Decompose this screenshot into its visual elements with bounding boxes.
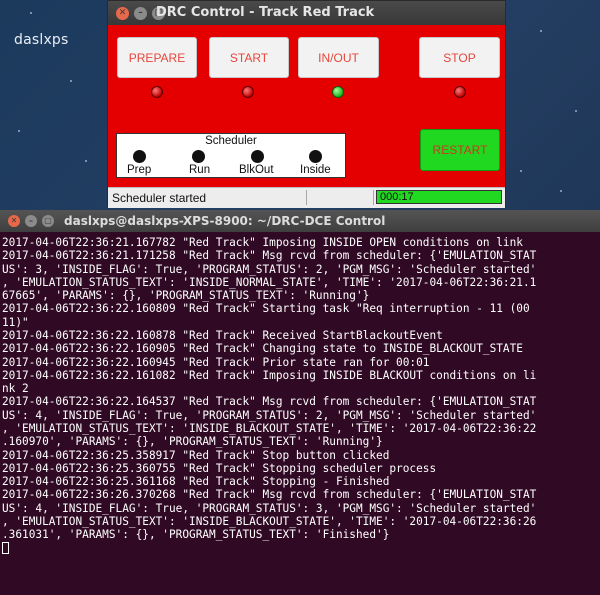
- prep-state-indicator-icon: [133, 150, 146, 163]
- maximize-icon[interactable]: ▢: [42, 215, 54, 227]
- status-message: Scheduler started: [112, 191, 207, 205]
- in-out-status-led-icon: [332, 86, 344, 98]
- terminal-line: 2017-04-06T22:36:21.171258 "Red Track" M…: [2, 249, 537, 263]
- minimize-icon[interactable]: –: [134, 6, 147, 20]
- terminal-line: , 'EMULATION_STATUS_TEXT': 'INSIDE_NORMA…: [2, 275, 537, 289]
- star: [575, 110, 577, 112]
- in-out-button[interactable]: IN/OUT: [298, 37, 379, 78]
- inside-state-label: Inside: [300, 164, 331, 176]
- star: [560, 190, 562, 192]
- desktop-label: daslxps: [14, 32, 69, 48]
- terminal-line: 2017-04-06T22:36:21.167782 "Red Track" I…: [2, 236, 523, 249]
- prepare-status-led-icon: [151, 86, 163, 98]
- star: [70, 80, 72, 82]
- terminal-line: , 'EMULATION_STATUS_TEXT': 'INSIDE_BLACK…: [2, 421, 537, 435]
- terminal-line: 2017-04-06T22:36:22.160945 "Red Track" P…: [2, 355, 430, 369]
- terminal-title: daslxps@daslxps-XPS-8900: ~/DRC-DCE Cont…: [64, 214, 386, 228]
- star: [520, 170, 522, 172]
- restart-button[interactable]: RESTART: [420, 129, 500, 171]
- star: [540, 30, 542, 32]
- terminal-line: 2017-04-06T22:36:22.164537 "Red Track" M…: [2, 395, 537, 409]
- status-divider: [306, 190, 307, 205]
- blkout-state-label: BlkOut: [239, 164, 274, 176]
- run-state-indicator-icon: [192, 150, 205, 163]
- drc-title-bar[interactable]: ✕ – ▢ DRC Control - Track Red Track: [108, 1, 505, 25]
- prepare-button[interactable]: PREPARE: [117, 37, 197, 78]
- run-state-label: Run: [189, 164, 211, 176]
- terminal-line: 2017-04-06T22:36:22.160878 "Red Track" R…: [2, 328, 443, 342]
- start-status-led-icon: [242, 86, 254, 98]
- minimize-icon[interactable]: –: [25, 215, 37, 227]
- terminal-line: .361031', 'PARAMS': {}, 'PROGRAM_STATUS_…: [2, 528, 390, 542]
- star: [30, 12, 32, 14]
- terminal-line: US': 3, 'INSIDE_FLAG': True, 'PROGRAM_ST…: [2, 262, 537, 276]
- terminal-line: 2017-04-06T22:36:25.358917 "Red Track" S…: [2, 448, 390, 462]
- terminal-line: .160970', 'PARAMS': {}, 'PROGRAM_STATUS_…: [2, 435, 383, 449]
- inside-state-indicator-icon: [309, 150, 322, 163]
- terminal-window: ✕ – ▢ daslxps@daslxps-XPS-8900: ~/DRC-DC…: [0, 210, 600, 595]
- scheduler-title: Scheduler: [205, 135, 257, 147]
- prep-state-label: Prep: [127, 164, 152, 176]
- star: [85, 160, 87, 162]
- terminal-line: US': 4, 'INSIDE_FLAG': True, 'PROGRAM_ST…: [2, 408, 537, 422]
- terminal-line: 2017-04-06T22:36:22.160905 "Red Track" C…: [2, 342, 523, 356]
- blkout-state-indicator-icon: [251, 150, 264, 163]
- terminal-line: nk 2: [2, 382, 29, 396]
- stop-button[interactable]: STOP: [419, 37, 500, 78]
- terminal-line: , 'EMULATION_STATUS_TEXT': 'INSIDE_BLACK…: [2, 514, 537, 528]
- close-icon[interactable]: ✕: [8, 215, 20, 227]
- stop-status-led-icon: [454, 86, 466, 98]
- status-bar: Scheduler started 000:17: [108, 187, 505, 208]
- terminal-title-bar[interactable]: ✕ – ▢ daslxps@daslxps-XPS-8900: ~/DRC-DC…: [0, 210, 600, 232]
- start-button[interactable]: START: [209, 37, 289, 78]
- terminal-line: 2017-04-06T22:36:26.370268 "Red Track" M…: [2, 488, 537, 502]
- close-icon[interactable]: ✕: [116, 6, 129, 20]
- terminal-line: 67665', 'PARAMS': {}, 'PROGRAM_STATUS_TE…: [2, 289, 370, 303]
- terminal-output[interactable]: 2017-04-06T22:36:21.167782 "Red Track" I…: [2, 236, 600, 555]
- scheduler-panel: Scheduler Prep Run BlkOut Inside: [116, 133, 346, 178]
- drc-window-title: DRC Control - Track Red Track: [156, 5, 375, 20]
- star: [18, 130, 20, 132]
- terminal-line: 2017-04-06T22:36:25.361168 "Red Track" S…: [2, 475, 390, 489]
- terminal-line: 2017-04-06T22:36:25.360755 "Red Track" S…: [2, 461, 437, 475]
- status-divider: [373, 190, 374, 205]
- terminal-line: 2017-04-06T22:36:22.161082 "Red Track" I…: [2, 368, 537, 382]
- terminal-line: 11)": [2, 315, 29, 329]
- terminal-line: 2017-04-06T22:36:22.160809 "Red Track" S…: [2, 302, 530, 316]
- elapsed-timer: 000:17: [376, 190, 502, 204]
- drc-control-window: ✕ – ▢ DRC Control - Track Red Track PREP…: [107, 0, 506, 208]
- terminal-line: US': 4, 'INSIDE_FLAG': True, 'PROGRAM_ST…: [2, 501, 537, 515]
- terminal-cursor: [2, 542, 9, 555]
